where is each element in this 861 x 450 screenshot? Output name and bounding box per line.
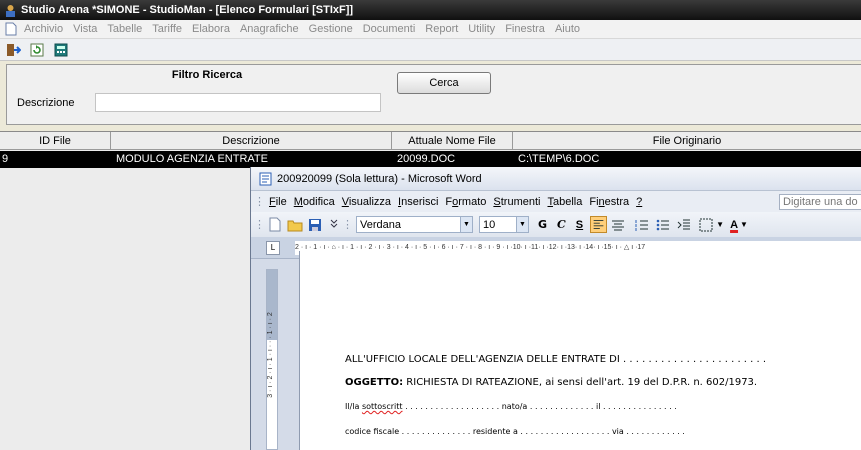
menu-anagrafiche[interactable]: Anagrafiche: [235, 23, 304, 35]
word-menu-visualizza[interactable]: Visualizza: [342, 196, 398, 208]
word-format-toolbar: ⋮ ⋮ Verdana ▼ 10 ▼ G C S ▼ A ▼: [251, 212, 861, 237]
window-title: Studio Arena *SIMONE - StudioMan - [Elen…: [21, 4, 354, 16]
app-icon: [6, 4, 15, 17]
column-header-descrizione[interactable]: Descrizione: [111, 132, 392, 150]
table-row[interactable]: 9 MODULO AGENZIA ENTRATE 20099.DOC C:\TE…: [0, 151, 861, 168]
bold-button[interactable]: G: [538, 218, 547, 231]
menu-aiuto[interactable]: Aiuto: [550, 23, 585, 35]
underline-button[interactable]: S: [576, 219, 583, 231]
new-document-icon[interactable]: [268, 217, 282, 232]
italic-button[interactable]: C: [557, 218, 566, 231]
cell-id: 9: [2, 153, 9, 165]
open-folder-icon[interactable]: [287, 218, 303, 232]
word-menu-bar: ⋮ File Modifica Visualizza Inserisci For…: [251, 191, 861, 212]
menu-gestione[interactable]: Gestione: [304, 23, 358, 35]
cell-file-originario: C:\TEMP\6.DOC: [518, 153, 600, 165]
font-color-dropdown-icon[interactable]: ▼: [740, 220, 748, 229]
numbered-list-icon[interactable]: [634, 217, 650, 233]
vertical-ruler: 3 · ı · 2 · ı · 1 · ı · · · 1 · ı · 2: [266, 269, 278, 450]
border-icon[interactable]: [698, 217, 714, 233]
word-window[interactable]: 200920099 (Sola lettura) - Microsoft Wor…: [250, 167, 861, 450]
calculator-button[interactable]: [52, 41, 70, 58]
menu-tabelle[interactable]: Tabelle: [102, 23, 147, 35]
toolbar: [0, 39, 861, 61]
word-menu-formato[interactable]: Formato: [445, 196, 493, 208]
filter-title: Filtro Ricerca: [171, 69, 243, 81]
font-name-combo[interactable]: Verdana ▼: [356, 216, 473, 233]
menu-report[interactable]: Report: [420, 23, 463, 35]
refresh-icon: [30, 43, 44, 56]
font-size-value: 10: [483, 218, 496, 231]
calculator-icon: [54, 43, 68, 56]
description-label: Descrizione: [17, 97, 75, 109]
vertical-ruler-scale: 3 · ı · 2 · ı · 1 · ı · · · 1 · ı · 2: [267, 312, 274, 398]
save-icon[interactable]: [308, 218, 322, 232]
size-dropdown-arrow-icon[interactable]: ▼: [516, 217, 528, 232]
help-search-input[interactable]: Digitare una do: [779, 194, 861, 210]
word-menu-finestra[interactable]: Finestra: [589, 196, 636, 208]
cell-descrizione: MODULO AGENZIA ENTRATE: [116, 153, 268, 165]
doc-line-subject: OGGETTO: RICHIESTA DI RATEAZIONE, ai sen…: [345, 377, 758, 388]
menu-archivio[interactable]: Archivio: [19, 23, 68, 35]
word-menu-modifica[interactable]: Modifica: [294, 196, 342, 208]
menu-elabora[interactable]: Elabora: [187, 23, 235, 35]
menu-grip-icon: ⋮: [254, 196, 265, 208]
word-title: 200920099 (Sola lettura) - Microsoft Wor…: [277, 172, 482, 185]
word-title-bar: 200920099 (Sola lettura) - Microsoft Wor…: [251, 167, 861, 191]
align-left-icon[interactable]: [590, 216, 608, 233]
menu-vista[interactable]: Vista: [68, 23, 102, 35]
doc-line-office: ALL'UFFICIO LOCALE DELL'AGENZIA DELLE EN…: [345, 354, 767, 365]
toolbar-options-icon[interactable]: [330, 217, 338, 233]
column-header-attuale-nome-file[interactable]: Attuale Nome File: [392, 132, 513, 150]
align-center-icon[interactable]: [610, 217, 626, 233]
tab-stop-selector[interactable]: L: [266, 241, 280, 255]
indent-icon[interactable]: [676, 217, 692, 233]
title-bar: Studio Arena *SIMONE - StudioMan - [Elen…: [0, 0, 861, 20]
doc-line-signatory: Il/la sottoscritt . . . . . . . . . . . …: [345, 402, 677, 411]
font-color-icon[interactable]: A: [730, 219, 738, 231]
toolbar-grip-icon: ⋮: [254, 219, 265, 231]
exit-button[interactable]: [4, 41, 22, 58]
refresh-button[interactable]: [28, 41, 46, 58]
menu-utility[interactable]: Utility: [463, 23, 500, 35]
menu-documenti[interactable]: Documenti: [358, 23, 421, 35]
word-menu-file[interactable]: File: [269, 196, 294, 208]
font-dropdown-arrow-icon[interactable]: ▼: [460, 217, 472, 232]
toolbar-grip-icon-2: ⋮: [342, 219, 353, 231]
doc-line-fiscal-code: codice fiscale . . . . . . . . . . . . .…: [345, 427, 685, 436]
bullet-list-icon[interactable]: [655, 217, 671, 233]
word-menu-help[interactable]: ?: [636, 196, 649, 208]
word-menu-inserisci[interactable]: Inserisci: [398, 196, 445, 208]
column-header-file-originario[interactable]: File Originario: [513, 132, 861, 150]
menu-bar: Archivio Vista Tabelle Tariffe Elabora A…: [0, 20, 861, 39]
menu-finestra[interactable]: Finestra: [500, 23, 550, 35]
word-menu-strumenti[interactable]: Strumenti: [493, 196, 547, 208]
font-size-combo[interactable]: 10 ▼: [479, 216, 529, 233]
document-icon: [5, 22, 17, 36]
exit-icon: [6, 43, 21, 56]
word-menu-tabella[interactable]: Tabella: [547, 196, 589, 208]
filter-panel: Filtro Ricerca Descrizione Cerca: [6, 64, 861, 125]
cell-attuale-nome-file: 20099.DOC: [397, 153, 456, 165]
search-button[interactable]: Cerca: [397, 72, 491, 94]
description-input[interactable]: [95, 93, 381, 112]
font-name-value: Verdana: [360, 218, 401, 231]
word-doc-icon: [259, 172, 272, 185]
column-header-id[interactable]: ID File: [0, 132, 111, 150]
border-dropdown-icon[interactable]: ▼: [716, 220, 724, 229]
document-page[interactable]: ALL'UFFICIO LOCALE DELL'AGENZIA DELLE EN…: [299, 251, 861, 450]
menu-tariffe[interactable]: Tariffe: [147, 23, 187, 35]
